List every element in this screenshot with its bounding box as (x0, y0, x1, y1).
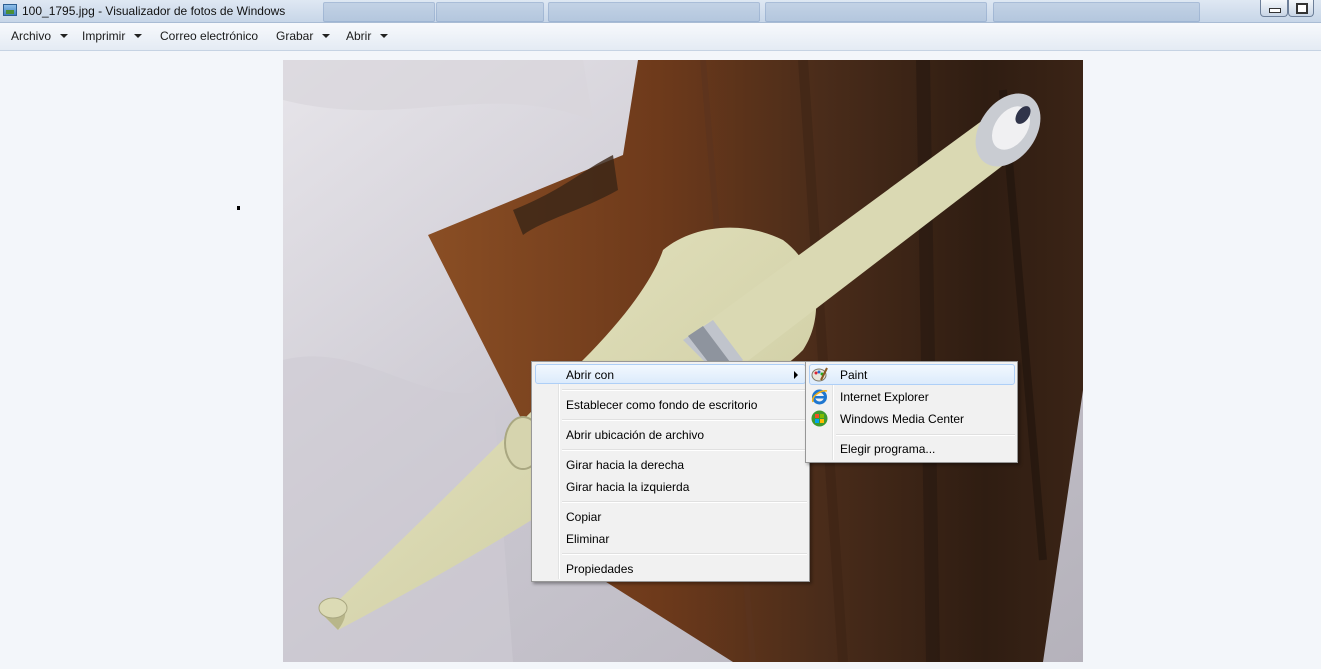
windows-media-center-icon (811, 410, 828, 427)
menu-abrir[interactable]: Abrir (346, 29, 389, 43)
dropdown-arrow-icon (322, 33, 331, 38)
window-title: 100_1795.jpg - Visualizador de fotos de … (22, 4, 286, 18)
context-menu: Abrir con Establecer como fondo de escri… (531, 361, 810, 582)
menu-bar: Archivo Imprimir Correo electrónico Grab… (0, 23, 1321, 51)
dropdown-arrow-icon (134, 33, 143, 38)
menu-label: Archivo (11, 29, 52, 43)
menu-separator (562, 449, 807, 451)
open-with-submenu: Paint Internet Explorer Windows Media Ce… (805, 361, 1018, 463)
menu-imprimir[interactable]: Imprimir (82, 29, 143, 43)
menu-separator (562, 389, 807, 391)
submenu-item-paint[interactable]: Paint (840, 368, 867, 382)
internet-explorer-icon (811, 389, 828, 405)
paint-icon (811, 367, 828, 382)
ctx-item-propiedades[interactable]: Propiedades (566, 562, 633, 576)
ctx-item-abrir-con[interactable]: Abrir con (566, 368, 614, 382)
restore-button[interactable] (1288, 0, 1314, 17)
minimize-button[interactable] (1260, 0, 1288, 17)
mouse-cursor (237, 206, 240, 210)
title-bar[interactable]: 100_1795.jpg - Visualizador de fotos de … (0, 0, 1321, 23)
menu-separator (562, 419, 807, 421)
ctx-item-copiar[interactable]: Copiar (566, 510, 601, 524)
ctx-item-girar-derecha[interactable]: Girar hacia la derecha (566, 458, 684, 472)
ctx-item-establecer-fondo[interactable]: Establecer como fondo de escritorio (566, 398, 757, 412)
submenu-arrow-icon (794, 371, 798, 379)
submenu-item-internet-explorer[interactable]: Internet Explorer (840, 390, 929, 404)
background-taskbar-band (548, 2, 760, 22)
menu-separator (836, 434, 1015, 436)
background-taskbar-band (436, 2, 544, 22)
photo-viewer-icon (3, 4, 17, 16)
background-taskbar-band (323, 2, 435, 22)
background-taskbar-band (765, 2, 987, 22)
submenu-item-windows-media-center[interactable]: Windows Media Center (840, 412, 964, 426)
ctx-item-girar-izquierda[interactable]: Girar hacia la izquierda (566, 480, 689, 494)
menu-grabar[interactable]: Grabar (276, 29, 331, 43)
background-taskbar-band (993, 2, 1200, 22)
menu-label: Grabar (276, 29, 314, 43)
menu-label: Abrir (346, 29, 372, 43)
menu-separator (562, 501, 807, 503)
menu-correo-electronico[interactable]: Correo electrónico (160, 29, 258, 43)
dropdown-arrow-icon (380, 33, 389, 38)
submenu-item-elegir-programa[interactable]: Elegir programa... (840, 442, 935, 456)
menu-separator (562, 553, 807, 555)
ctx-item-abrir-ubicacion[interactable]: Abrir ubicación de archivo (566, 428, 704, 442)
menu-label: Imprimir (82, 29, 126, 43)
ctx-item-eliminar[interactable]: Eliminar (566, 532, 609, 546)
menu-archivo[interactable]: Archivo (11, 29, 69, 43)
menu-label: Correo electrónico (160, 29, 259, 43)
dropdown-arrow-icon (60, 33, 69, 38)
